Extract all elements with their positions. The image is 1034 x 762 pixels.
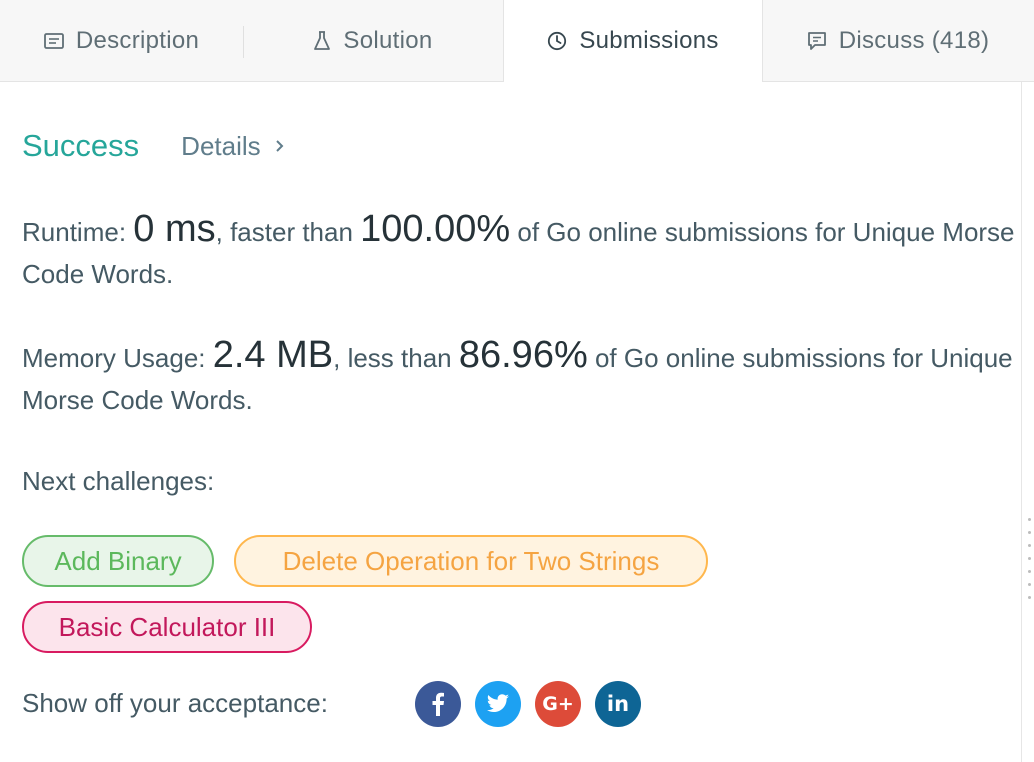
runtime-summary: Runtime: 0 ms, faster than 100.00% of Go… <box>22 208 1022 295</box>
challenge-chip-delete-operation[interactable]: Delete Operation for Two Strings <box>234 535 708 587</box>
facebook-icon[interactable] <box>415 681 461 727</box>
clock-icon <box>547 31 567 51</box>
memory-summary: Memory Usage: 2.4 MB, less than 86.96% o… <box>22 334 1022 421</box>
description-icon <box>43 32 64 49</box>
status-success: Success <box>22 128 140 163</box>
tab-description[interactable]: Description <box>0 0 243 81</box>
tab-solution-label: Solution <box>343 26 433 54</box>
tab-submissions-label: Submissions <box>579 27 719 54</box>
tab-discuss-label: Discuss (418) <box>838 26 990 54</box>
next-challenges-label: Next challenges: <box>22 466 215 496</box>
memory-percentile: 86.96% <box>458 334 588 376</box>
linkedin-icon[interactable]: in <box>595 681 641 727</box>
details-link[interactable]: Details <box>181 131 284 162</box>
details-label: Details <box>181 130 261 161</box>
tab-discuss[interactable]: Discuss (418) <box>762 0 1034 81</box>
tab-submissions[interactable]: Submissions <box>503 0 763 82</box>
chevron-right-icon <box>275 139 285 153</box>
memory-label: Memory Usage: <box>22 343 213 373</box>
submission-result-panel <box>0 82 1022 762</box>
google-plus-icon[interactable]: G+ <box>535 681 581 727</box>
tab-solution[interactable]: Solution <box>244 0 502 81</box>
twitter-icon[interactable] <box>475 681 521 727</box>
result-header: Success Details <box>22 128 285 164</box>
tab-description-label: Description <box>75 26 200 54</box>
memory-value: 2.4 MB <box>212 334 334 376</box>
comment-icon <box>807 31 827 51</box>
runtime-percentile: 100.00% <box>360 208 511 250</box>
tab-bar: Description Solution Submissions Discuss… <box>0 0 1034 82</box>
challenge-chip-add-binary[interactable]: Add Binary <box>22 535 214 587</box>
flask-icon <box>313 30 331 51</box>
resize-handle[interactable] <box>1027 518 1033 608</box>
memory-mid-text: , less than <box>333 343 459 373</box>
runtime-value: 0 ms <box>133 208 216 250</box>
share-label: Show off your acceptance: <box>22 688 328 718</box>
runtime-mid-text: , faster than <box>215 217 361 247</box>
challenge-chip-basic-calculator[interactable]: Basic Calculator III <box>22 601 312 653</box>
runtime-label: Runtime: <box>22 217 134 247</box>
